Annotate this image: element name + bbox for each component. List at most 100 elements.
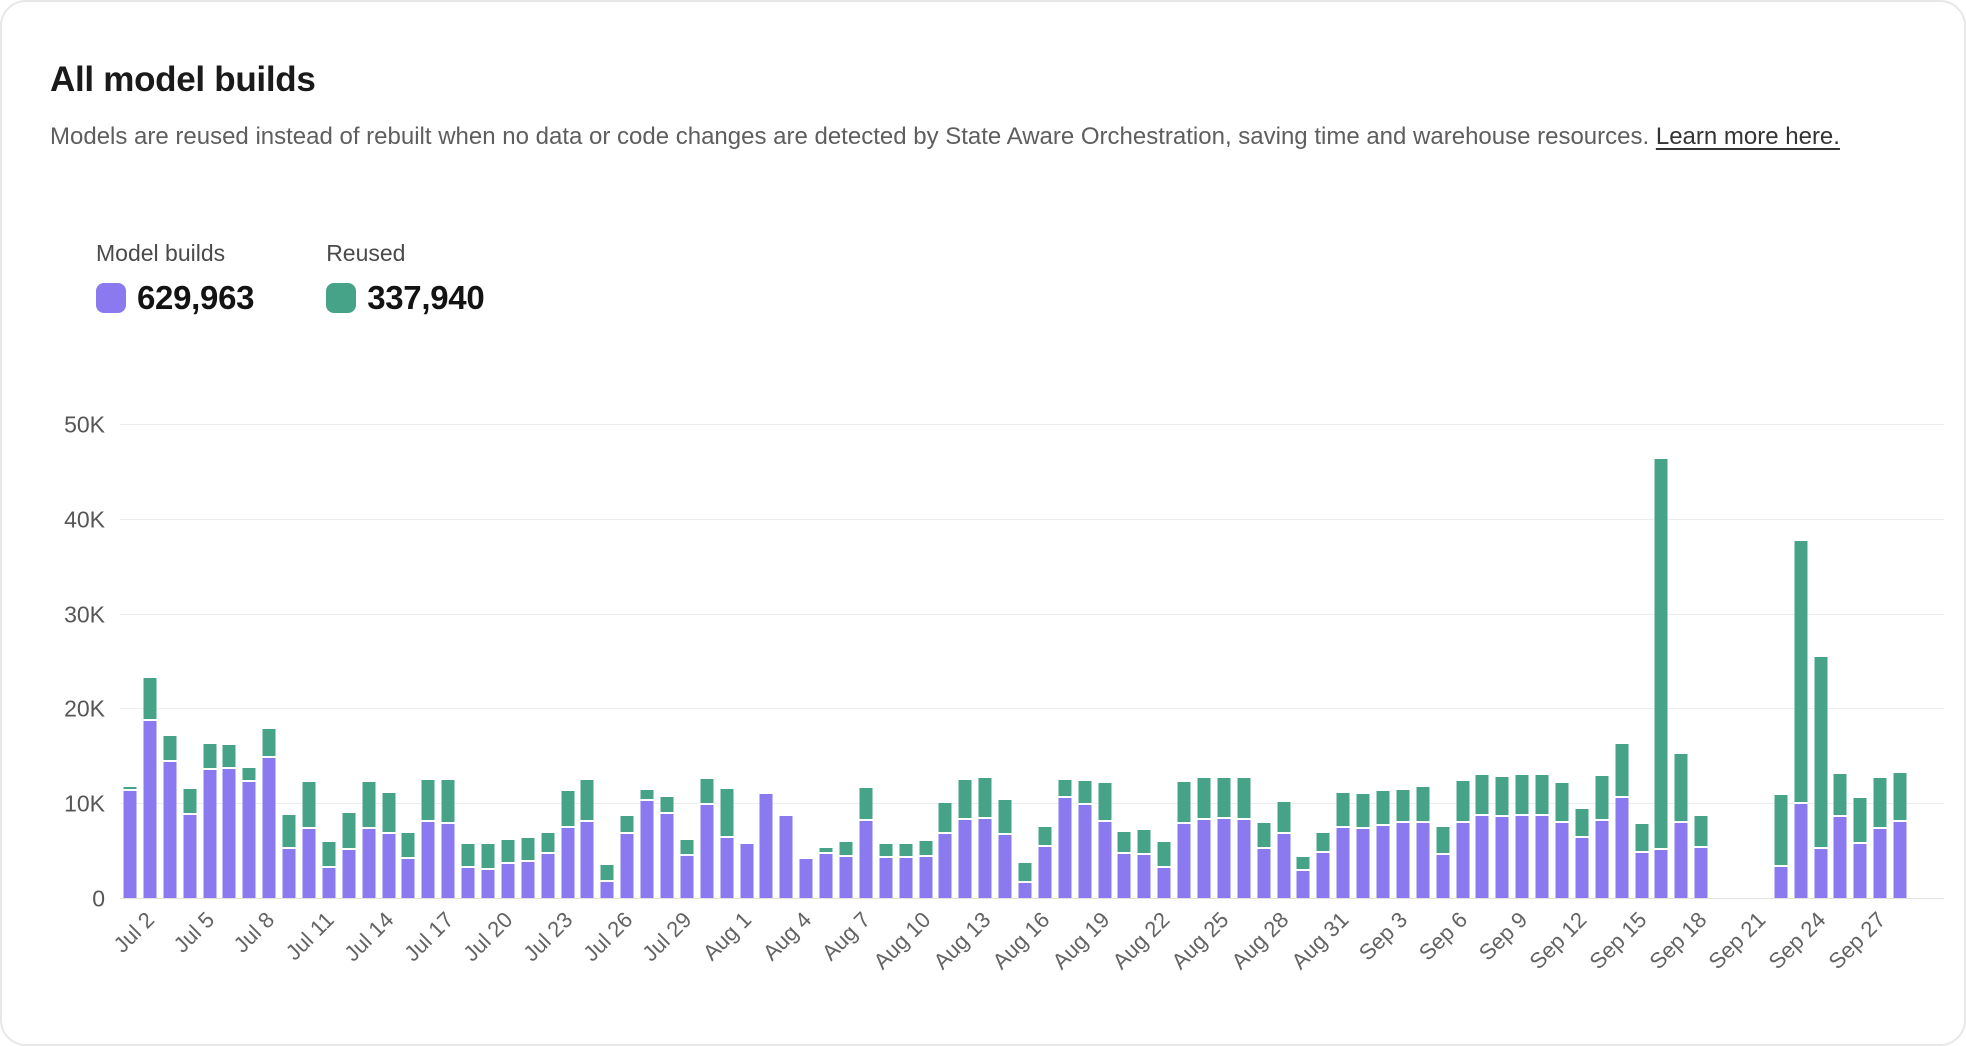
reused-segment[interactable] xyxy=(462,844,475,866)
model-builds-segment[interactable] xyxy=(959,820,972,898)
reused-segment[interactable] xyxy=(1874,778,1887,826)
reused-segment[interactable] xyxy=(442,780,455,822)
bar-aug-25[interactable] xyxy=(1197,778,1210,898)
model-builds-segment[interactable] xyxy=(1018,883,1031,898)
model-builds-segment[interactable] xyxy=(859,821,872,898)
bar-aug-20[interactable] xyxy=(1098,783,1111,898)
model-builds-segment[interactable] xyxy=(720,838,733,898)
bar-aug-22[interactable] xyxy=(1138,830,1151,898)
reused-segment[interactable] xyxy=(1436,827,1449,854)
bar-jul-12[interactable] xyxy=(322,842,335,898)
bar-jul-30[interactable] xyxy=(680,840,693,898)
model-builds-segment[interactable] xyxy=(481,870,494,898)
reused-segment[interactable] xyxy=(143,678,156,719)
reused-segment[interactable] xyxy=(1416,787,1429,821)
bar-jul-17[interactable] xyxy=(422,780,435,898)
reused-segment[interactable] xyxy=(362,782,375,827)
model-builds-segment[interactable] xyxy=(1038,847,1051,898)
bar-aug-16[interactable] xyxy=(1018,863,1031,898)
model-builds-segment[interactable] xyxy=(143,721,156,898)
bar-aug-14[interactable] xyxy=(979,778,992,898)
bar-jul-11[interactable] xyxy=(302,782,315,898)
model-builds-segment[interactable] xyxy=(263,758,276,898)
bar-sep-3[interactable] xyxy=(1376,791,1389,898)
bar-sep-14[interactable] xyxy=(1595,776,1608,898)
reused-segment[interactable] xyxy=(1516,775,1529,814)
reused-segment[interactable] xyxy=(1536,775,1549,815)
reused-segment[interactable] xyxy=(1357,794,1370,827)
reused-segment[interactable] xyxy=(601,865,614,880)
bar-aug-5[interactable] xyxy=(800,859,813,898)
model-builds-segment[interactable] xyxy=(660,814,673,898)
reused-segment[interactable] xyxy=(1854,798,1867,842)
bar-sep-15[interactable] xyxy=(1615,744,1628,898)
reused-segment[interactable] xyxy=(1496,777,1509,816)
reused-segment[interactable] xyxy=(422,780,435,820)
reused-segment[interactable] xyxy=(183,789,196,813)
bar-jul-28[interactable] xyxy=(641,790,654,898)
model-builds-segment[interactable] xyxy=(1595,821,1608,898)
model-builds-segment[interactable] xyxy=(1834,817,1847,898)
bar-sep-13[interactable] xyxy=(1575,809,1588,898)
model-builds-segment[interactable] xyxy=(1277,834,1290,898)
bar-jul-6[interactable] xyxy=(203,744,216,898)
model-builds-segment[interactable] xyxy=(1138,855,1151,898)
bar-sep-11[interactable] xyxy=(1536,775,1549,898)
model-builds-segment[interactable] xyxy=(939,834,952,898)
model-builds-segment[interactable] xyxy=(641,801,654,898)
model-builds-segment[interactable] xyxy=(1297,871,1310,898)
bar-sep-2[interactable] xyxy=(1357,794,1370,898)
model-builds-segment[interactable] xyxy=(820,854,833,898)
reused-segment[interactable] xyxy=(1138,830,1151,854)
reused-segment[interactable] xyxy=(223,745,236,767)
reused-segment[interactable] xyxy=(1456,781,1469,821)
reused-segment[interactable] xyxy=(541,833,554,853)
bar-aug-9[interactable] xyxy=(879,844,892,898)
model-builds-segment[interactable] xyxy=(1337,828,1350,898)
model-builds-segment[interactable] xyxy=(979,819,992,898)
reused-segment[interactable] xyxy=(1834,774,1847,816)
reused-segment[interactable] xyxy=(322,842,335,866)
model-builds-segment[interactable] xyxy=(581,822,594,898)
model-builds-segment[interactable] xyxy=(1098,822,1111,898)
reused-segment[interactable] xyxy=(1774,795,1787,865)
reused-segment[interactable] xyxy=(1058,780,1071,796)
bar-aug-12[interactable] xyxy=(939,803,952,898)
bar-jul-25[interactable] xyxy=(581,780,594,898)
bar-sep-19[interactable] xyxy=(1695,816,1708,898)
reused-segment[interactable] xyxy=(959,780,972,818)
reused-segment[interactable] xyxy=(203,744,216,768)
bar-aug-29[interactable] xyxy=(1277,802,1290,898)
model-builds-segment[interactable] xyxy=(1158,868,1171,898)
bar-aug-19[interactable] xyxy=(1078,781,1091,898)
bar-jul-5[interactable] xyxy=(183,789,196,898)
model-builds-segment[interactable] xyxy=(1237,820,1250,898)
bar-aug-2[interactable] xyxy=(740,844,753,898)
bar-jul-8[interactable] xyxy=(243,768,256,898)
bar-aug-4[interactable] xyxy=(780,816,793,898)
model-builds-segment[interactable] xyxy=(163,762,176,899)
bar-sep-9[interactable] xyxy=(1496,777,1509,898)
bar-sep-8[interactable] xyxy=(1476,775,1489,898)
reused-segment[interactable] xyxy=(1376,791,1389,824)
model-builds-segment[interactable] xyxy=(1794,804,1807,898)
model-builds-segment[interactable] xyxy=(402,859,415,898)
bar-aug-6[interactable] xyxy=(820,848,833,898)
reused-segment[interactable] xyxy=(1217,778,1230,817)
reused-segment[interactable] xyxy=(1595,776,1608,820)
bar-aug-24[interactable] xyxy=(1178,782,1191,898)
model-builds-segment[interactable] xyxy=(123,791,136,898)
model-builds-segment[interactable] xyxy=(879,858,892,898)
reused-segment[interactable] xyxy=(660,797,673,811)
bar-sep-16[interactable] xyxy=(1635,824,1648,898)
model-builds-segment[interactable] xyxy=(183,815,196,898)
reused-segment[interactable] xyxy=(163,736,176,760)
reused-segment[interactable] xyxy=(1396,790,1409,821)
learn-more-link[interactable]: Learn more here. xyxy=(1656,123,1840,150)
bar-sep-12[interactable] xyxy=(1555,783,1568,898)
model-builds-segment[interactable] xyxy=(1058,798,1071,898)
model-builds-segment[interactable] xyxy=(1317,853,1330,898)
bar-sep-1[interactable] xyxy=(1337,793,1350,898)
model-builds-segment[interactable] xyxy=(541,854,554,898)
bar-aug-13[interactable] xyxy=(959,780,972,898)
